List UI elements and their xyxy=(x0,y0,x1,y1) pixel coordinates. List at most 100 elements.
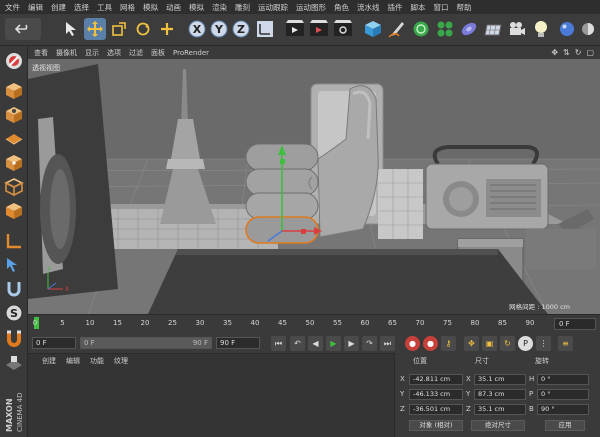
rot-b-field[interactable]: 90 ° xyxy=(537,404,589,415)
points-mode-icon[interactable] xyxy=(3,152,25,174)
light-icon[interactable] xyxy=(530,18,552,40)
layout-icon[interactable] xyxy=(578,18,598,40)
orbit-icon[interactable]: ↻ xyxy=(575,48,582,57)
menu-item-simulate[interactable]: 模拟 xyxy=(143,2,158,13)
scale-icon[interactable] xyxy=(108,18,130,40)
menu-item-render[interactable]: 渲染 xyxy=(212,2,227,13)
viewport-menu-cameras[interactable]: 摄像机 xyxy=(56,48,77,58)
menu-item-animate[interactable]: 动画 xyxy=(166,2,181,13)
snap-icon[interactable] xyxy=(3,278,25,300)
coordinate-mode-select[interactable]: 对象 (相对) xyxy=(409,420,463,431)
menu-item-mesh[interactable]: 网格 xyxy=(120,2,135,13)
menu-item-mograph[interactable]: 运动图形 xyxy=(296,2,326,13)
add-object-icon[interactable] xyxy=(156,18,178,40)
menu-item-create[interactable]: 创建 xyxy=(51,2,66,13)
go-to-end-icon[interactable]: ⏭ xyxy=(380,336,395,351)
menu-item-simulate-2[interactable]: 模拟 xyxy=(189,2,204,13)
end-frame-field[interactable]: 90 F xyxy=(216,337,260,349)
axis-mode-icon[interactable] xyxy=(3,230,25,252)
rot-p-field[interactable]: 0 ° xyxy=(537,389,589,400)
menu-item-window[interactable]: 窗口 xyxy=(434,2,449,13)
autokey-icon[interactable]: ● xyxy=(423,336,438,351)
material-menu-function[interactable]: 功能 xyxy=(90,356,104,366)
material-menu-edit[interactable]: 编辑 xyxy=(66,356,80,366)
undo-icon[interactable] xyxy=(5,18,41,40)
timeline[interactable]: 0 5 10 15 20 25 30 35 40 45 50 55 60 65 … xyxy=(28,314,600,333)
menu-item-help[interactable]: 帮助 xyxy=(457,2,472,13)
z-axis-lock-icon[interactable]: Z xyxy=(230,18,252,40)
viewport-menu-panel[interactable]: 面板 xyxy=(151,48,165,58)
render-settings-icon[interactable] xyxy=(332,18,354,40)
subdivision-surface-icon[interactable] xyxy=(410,18,432,40)
previous-frame-icon[interactable]: ◀ xyxy=(308,336,323,351)
spline-pen-icon[interactable] xyxy=(386,18,408,40)
cloner-icon[interactable] xyxy=(434,18,456,40)
floor-icon[interactable] xyxy=(482,18,504,40)
size-z-field[interactable]: 35.1 cm xyxy=(474,404,526,415)
record-icon[interactable]: ● xyxy=(405,336,420,351)
current-frame-field[interactable]: 0 F xyxy=(554,318,596,330)
solo-icon[interactable]: S xyxy=(3,302,25,324)
next-key-icon[interactable]: ↷ xyxy=(362,336,377,351)
viewport-menu-view[interactable]: 查看 xyxy=(34,48,48,58)
material-menu-create[interactable]: 创建 xyxy=(42,356,56,366)
menu-item-plugins[interactable]: 插件 xyxy=(388,2,403,13)
coordinate-system-icon[interactable] xyxy=(254,18,276,40)
key-position-icon[interactable]: ✥ xyxy=(464,336,479,351)
rot-h-field[interactable]: 0 ° xyxy=(537,374,589,385)
y-axis-lock-icon[interactable]: Y xyxy=(208,18,230,40)
start-frame-field[interactable]: 0 F xyxy=(32,337,76,349)
pos-y-field[interactable]: -46.133 cm xyxy=(409,389,463,400)
key-scale-icon[interactable]: ▣ xyxy=(482,336,497,351)
viewport-menu-prorender[interactable]: ProRender xyxy=(173,49,209,57)
menu-item-edit[interactable]: 编辑 xyxy=(28,2,43,13)
x-axis-lock-icon[interactable]: X xyxy=(186,18,208,40)
key-rotation-icon[interactable]: ↻ xyxy=(500,336,515,351)
size-y-field[interactable]: 87.3 cm xyxy=(474,389,526,400)
viewport-menu-filter[interactable]: 过滤 xyxy=(129,48,143,58)
camera-icon[interactable] xyxy=(506,18,528,40)
menu-item-file[interactable]: 文件 xyxy=(5,2,20,13)
menu-item-sculpt[interactable]: 雕刻 xyxy=(235,2,250,13)
menu-item-motion-tracking[interactable]: 运动跟踪 xyxy=(258,2,288,13)
size-mode-select[interactable]: 绝对尺寸 xyxy=(471,420,525,431)
timeline-menu-icon[interactable]: ≡ xyxy=(558,336,573,351)
pan-icon[interactable]: ✥ xyxy=(551,48,558,57)
maximize-icon[interactable]: ▢ xyxy=(586,48,594,57)
go-to-start-icon[interactable]: ⏮ xyxy=(271,336,286,351)
cube-primitive-icon[interactable] xyxy=(362,18,384,40)
render-view-icon[interactable] xyxy=(284,18,306,40)
menu-item-select[interactable]: 选择 xyxy=(74,2,89,13)
texture-mode-icon[interactable] xyxy=(3,104,25,126)
previous-key-icon[interactable]: ↶ xyxy=(290,336,305,351)
viewport-menu-display[interactable]: 显示 xyxy=(85,48,99,58)
size-x-field[interactable]: 35.1 cm xyxy=(474,374,526,385)
material-menu-texture[interactable]: 纹理 xyxy=(114,356,128,366)
material-sphere-icon[interactable] xyxy=(556,18,578,40)
menu-item-tools[interactable]: 工具 xyxy=(97,2,112,13)
next-frame-icon[interactable]: ▶ xyxy=(344,336,359,351)
select-arrow-icon[interactable] xyxy=(60,18,82,40)
pos-x-field[interactable]: -42.811 cm xyxy=(409,374,463,385)
menu-item-script[interactable]: 脚本 xyxy=(411,2,426,13)
workplane-mode-icon[interactable] xyxy=(3,128,25,150)
preview-range-slider[interactable]: 0 F 90 F xyxy=(80,337,212,349)
tweak-mode-icon[interactable] xyxy=(3,254,25,276)
polygons-mode-icon[interactable] xyxy=(3,200,25,222)
render-picture-viewer-icon[interactable] xyxy=(308,18,330,40)
apply-button[interactable]: 应用 xyxy=(545,420,585,431)
viewport-menu-options[interactable]: 选项 xyxy=(107,48,121,58)
play-icon[interactable]: ▶ xyxy=(326,336,341,351)
keyframe-selection-icon[interactable]: ⚷ xyxy=(441,336,456,351)
rotate-icon[interactable] xyxy=(132,18,154,40)
perspective-viewport[interactable]: Y X 透视视图 网格间距 : 1000 cm xyxy=(28,59,600,314)
edges-mode-icon[interactable] xyxy=(3,176,25,198)
pos-z-field[interactable]: -36.501 cm xyxy=(409,404,463,415)
model-mode-icon[interactable] xyxy=(3,80,25,102)
move-icon[interactable] xyxy=(84,18,106,40)
zoom-icon[interactable]: ⇅ xyxy=(563,48,570,57)
make-editable-icon[interactable] xyxy=(3,50,25,72)
menu-item-character[interactable]: 角色 xyxy=(334,2,349,13)
menu-item-pipeline[interactable]: 流水线 xyxy=(357,2,380,13)
magnet-icon[interactable] xyxy=(3,328,25,350)
